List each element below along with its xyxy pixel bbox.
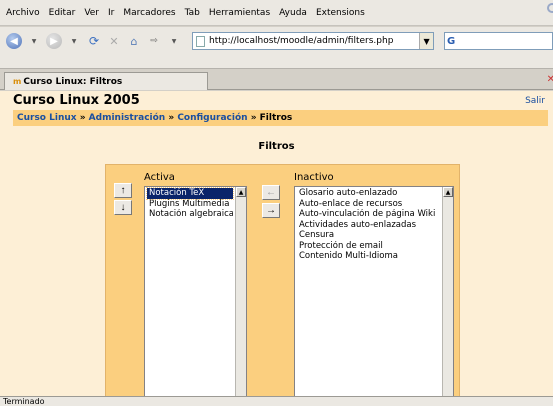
reload-icon[interactable]: ⟳: [86, 32, 102, 50]
active-filter-option[interactable]: Notación TeX: [146, 187, 234, 200]
navigation-toolbar: ◀ ▼ ▶ ▼ ⟳ ✕ ⌂ ⇨ ▼ http://localhost/moodl…: [0, 27, 553, 55]
address-text[interactable]: http://localhost/moodle/admin/filters.ph…: [209, 36, 419, 46]
inactive-filter-option[interactable]: Glosario auto-enlazado: [297, 188, 440, 199]
active-filters-list[interactable]: Notación TeX Plugins Multimedia Notación a…: [144, 186, 247, 397]
active-scrollbar[interactable]: ▲: [235, 187, 246, 396]
menu-archivo[interactable]: Archivo: [6, 8, 40, 18]
page-content: Curso Linux 2005 Salir Curso Linux » Adm…: [0, 91, 553, 397]
breadcrumb-course[interactable]: Curso Linux: [17, 113, 77, 123]
status-bar: Terminado: [0, 396, 553, 406]
inactive-filter-option[interactable]: Actividades auto-enlazadas: [297, 220, 440, 231]
active-filter-option[interactable]: Plugins Multimedia: [147, 199, 233, 210]
go-dropdown-icon[interactable]: ▼: [166, 32, 182, 50]
inactive-items: Glosario auto-enlazado Auto-enlace de rec…: [295, 187, 442, 263]
active-items: Notación TeX Plugins Multimedia Notación a…: [145, 187, 235, 221]
stop-icon[interactable]: ✕: [106, 32, 122, 50]
breadcrumb-config[interactable]: Configuración: [177, 113, 247, 123]
breadcrumb: Curso Linux » Administración » Configura…: [13, 110, 548, 126]
home-icon[interactable]: ⌂: [126, 32, 142, 50]
menu-marcadores[interactable]: Marcadores: [123, 8, 175, 18]
back-dropdown-icon[interactable]: ▼: [26, 32, 42, 50]
menu-ir[interactable]: Ir: [108, 8, 114, 18]
active-filter-option[interactable]: Notación algebraica: [147, 209, 233, 220]
inactive-filter-option[interactable]: Protección de email: [297, 241, 440, 252]
menu-herramientas[interactable]: Herramientas: [209, 8, 270, 18]
menu-extensions[interactable]: Extensions: [316, 8, 365, 18]
filters-panel: ↑ ↓ Activa Notación TeX Plugins Multimedi…: [105, 164, 460, 397]
bookmarks-toolbar: [0, 55, 553, 69]
forward-dropdown-icon[interactable]: ▼: [66, 32, 82, 50]
inactive-filter-option[interactable]: Auto-vinculación de página Wiki: [297, 209, 440, 220]
address-dropdown-icon[interactable]: ▼: [419, 33, 434, 49]
menu-bar: Archivo Editar Ver Ir Marcadores Tab Her…: [0, 0, 553, 26]
tab-bar: m Curso Linux: Filtros ✕: [0, 70, 553, 90]
move-right-button[interactable]: →: [262, 203, 280, 218]
menu-editar[interactable]: Editar: [49, 8, 76, 18]
address-bar[interactable]: http://localhost/moodle/admin/filters.ph…: [192, 32, 435, 50]
scroll-up-icon[interactable]: ▲: [236, 187, 246, 197]
close-tab-icon[interactable]: ✕: [547, 74, 553, 85]
scroll-up-icon[interactable]: ▲: [443, 187, 453, 197]
active-label: Activa: [144, 172, 175, 183]
inactive-label: Inactivo: [294, 172, 334, 183]
breadcrumb-sep: »: [165, 113, 178, 123]
move-down-button[interactable]: ↓: [114, 200, 132, 215]
breadcrumb-current: Filtros: [259, 113, 293, 123]
section-heading: Filtros: [258, 141, 295, 152]
inactive-scrollbar[interactable]: ▲: [442, 187, 453, 396]
page-icon: [196, 35, 205, 47]
menu-ver[interactable]: Ver: [84, 8, 99, 18]
inactive-filters-list[interactable]: Glosario auto-enlazado Auto-enlace de rec…: [294, 186, 454, 397]
breadcrumb-sep: »: [76, 113, 89, 123]
throbber-icon: [547, 3, 553, 13]
search-box[interactable]: G: [444, 32, 553, 50]
inactive-filter-option[interactable]: Auto-enlace de recursos: [297, 199, 440, 210]
breadcrumb-admin[interactable]: Administración: [89, 113, 166, 123]
tab-title: Curso Linux: Filtros: [23, 76, 123, 87]
move-up-button[interactable]: ↑: [114, 183, 132, 198]
tab-filtros[interactable]: m Curso Linux: Filtros: [4, 72, 208, 90]
logout-link[interactable]: Salir: [525, 96, 545, 106]
inactive-filter-option[interactable]: Contenido Multi-Idioma: [297, 251, 440, 262]
menu-ayuda[interactable]: Ayuda: [279, 8, 307, 18]
go-icon[interactable]: ⇨: [146, 32, 162, 50]
search-engine-icon[interactable]: G: [447, 36, 455, 47]
inactive-filter-option[interactable]: Censura: [297, 230, 440, 241]
browser-window: Archivo Editar Ver Ir Marcadores Tab Her…: [0, 0, 553, 406]
page-title: Curso Linux 2005: [13, 93, 140, 108]
forward-button[interactable]: ▶: [46, 33, 62, 49]
menu-tab[interactable]: Tab: [185, 8, 200, 18]
breadcrumb-sep: »: [247, 113, 260, 123]
back-button[interactable]: ◀: [6, 33, 22, 49]
move-left-button[interactable]: ←: [262, 185, 280, 200]
moodle-favicon-icon: m: [13, 77, 22, 86]
